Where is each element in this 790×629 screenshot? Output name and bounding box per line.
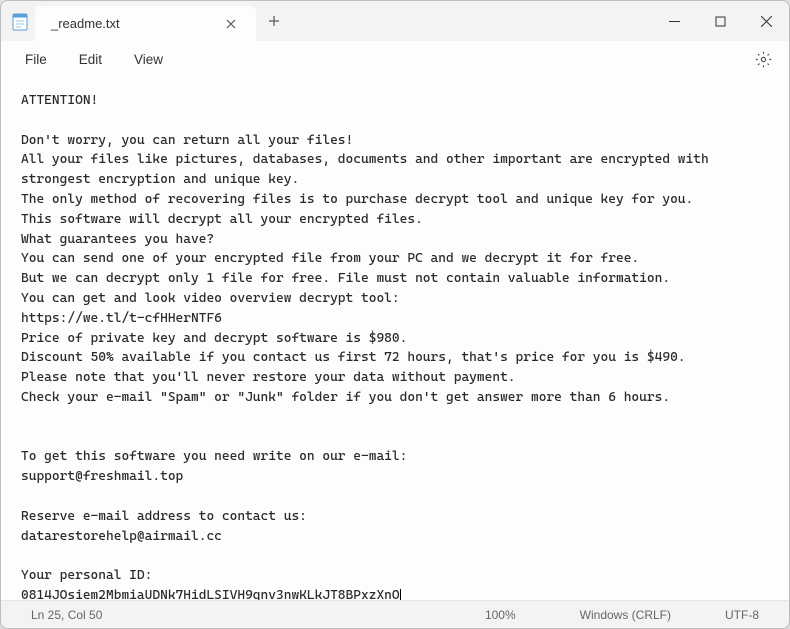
notepad-window: _readme.txt File Edit View <box>0 0 790 629</box>
tab-title: _readme.txt <box>51 16 120 31</box>
text-cursor <box>400 589 401 600</box>
status-position[interactable]: Ln 25, Col 50 <box>19 608 114 622</box>
settings-button[interactable] <box>747 43 779 75</box>
text-editor-area[interactable]: ATTENTION! Don't worry, you can return a… <box>1 77 789 600</box>
menubar: File Edit View <box>1 41 789 77</box>
statusbar: Ln 25, Col 50 100% Windows (CRLF) UTF-8 <box>1 600 789 628</box>
notepad-icon <box>11 11 29 31</box>
menu-view[interactable]: View <box>120 46 177 73</box>
titlebar-left <box>1 1 29 41</box>
status-zoom[interactable]: 100% <box>473 608 528 622</box>
minimize-button[interactable] <box>651 1 697 41</box>
new-tab-button[interactable] <box>256 1 292 41</box>
window-controls <box>651 1 789 41</box>
menu-file[interactable]: File <box>11 46 61 73</box>
tab-close-button[interactable] <box>220 14 242 34</box>
close-button[interactable] <box>743 1 789 41</box>
status-line-ending[interactable]: Windows (CRLF) <box>568 608 683 622</box>
tab-active[interactable]: _readme.txt <box>35 6 256 41</box>
status-encoding[interactable]: UTF-8 <box>713 608 771 622</box>
titlebar-drag-region[interactable] <box>292 1 651 41</box>
maximize-button[interactable] <box>697 1 743 41</box>
menu-edit[interactable]: Edit <box>65 46 116 73</box>
titlebar[interactable]: _readme.txt <box>1 1 789 41</box>
